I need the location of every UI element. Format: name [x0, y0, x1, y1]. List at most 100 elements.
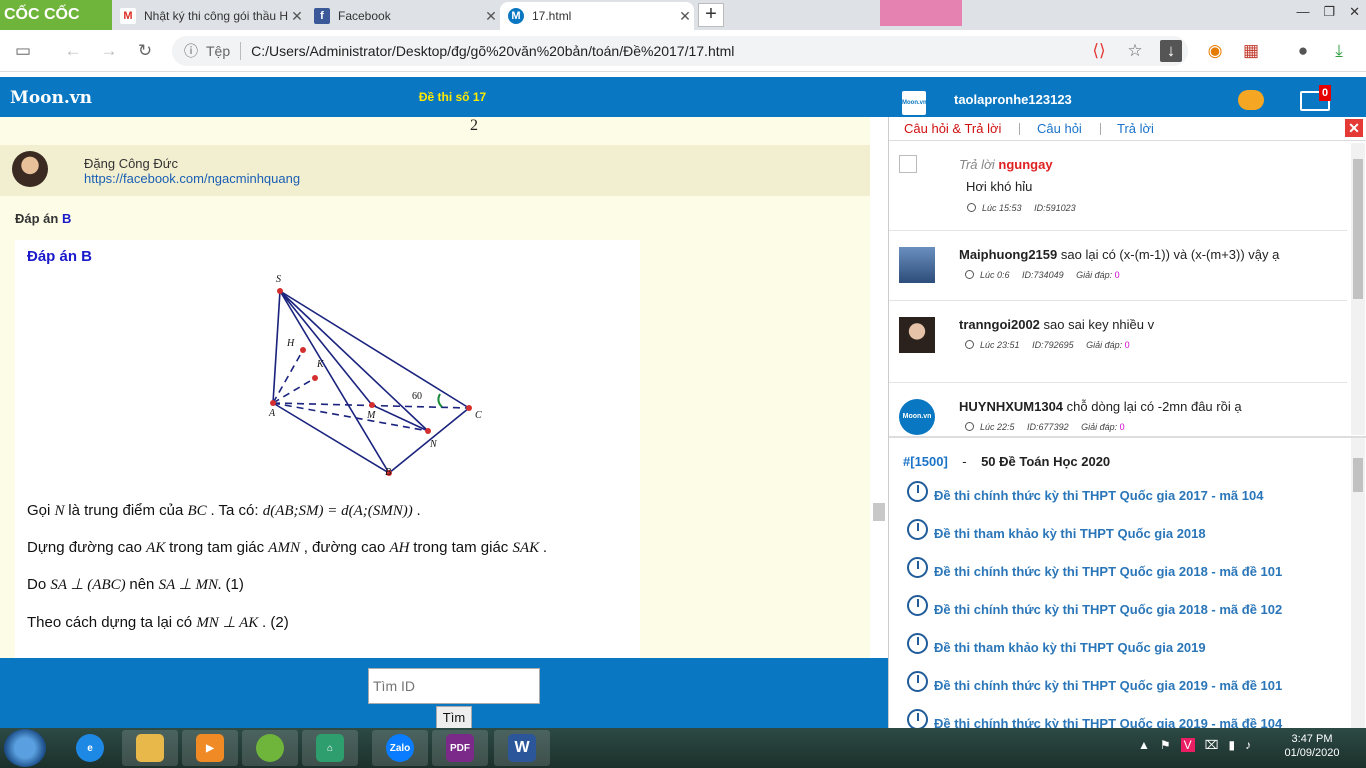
pdf-icon[interactable]: PDF [432, 730, 488, 766]
exam-link[interactable]: Đề thi chính thức kỳ thi THPT Quốc gia 2… [907, 556, 1282, 579]
solution-text: , đường cao [303, 539, 390, 556]
comment-time: Lúc 22:5 [980, 422, 1015, 432]
exam-label[interactable]: Đề thi chính thức kỳ thi THPT Quốc gia 2… [934, 564, 1282, 579]
word-label: W [508, 734, 536, 762]
exam-label[interactable]: Đề thi tham khảo kỳ thi THPT Quốc gia 20… [934, 640, 1206, 655]
chat-icon[interactable] [1238, 90, 1264, 110]
minimize-icon[interactable]: — [1296, 4, 1309, 20]
sidebar-toggle-icon[interactable]: ▭ [12, 40, 34, 62]
device-icon[interactable]: ⌧ [1205, 738, 1219, 752]
network-warning-icon[interactable]: ⚑ [1160, 738, 1171, 752]
brand-label: CỐC CỐC [4, 6, 80, 23]
new-tab-button[interactable]: + [698, 3, 724, 27]
zalo-icon[interactable]: Zalo [372, 730, 428, 766]
profile-icon[interactable]: ● [1292, 40, 1314, 62]
ie-icon[interactable]: e [62, 730, 118, 766]
tab-title: 17.html [532, 9, 572, 23]
close-icon[interactable]: ✕ [676, 8, 694, 25]
solution-text: là trung điểm của [68, 502, 188, 519]
close-icon[interactable]: ✕ [482, 8, 500, 25]
coccoc-brand[interactable]: CỐC CỐC [0, 0, 112, 30]
list-item: Trả lời ngungay Hơi khó hỉu Lúc 15:53 ID… [889, 143, 1347, 231]
series-scrollbar[interactable] [1351, 438, 1365, 728]
exam-title: Đề thi số 17 [418, 90, 487, 104]
main-content: 2 Đặng Công Đức https://facebook.com/nga… [0, 117, 870, 658]
close-icon[interactable]: ✕ [288, 8, 306, 25]
exam-link[interactable]: Đề thi tham khảo kỳ thi THPT Quốc gia 20… [907, 518, 1206, 541]
exam-link[interactable]: Đề thi tham khảo kỳ thi THPT Quốc gia 20… [907, 632, 1206, 655]
tray-expand-icon[interactable]: ▲ [1138, 738, 1150, 752]
media-icon[interactable]: ▶ [182, 730, 238, 766]
tab-gmail[interactable]: M Nhật ký thi công gói thầu H ✕ [112, 2, 306, 30]
info-icon[interactable]: ⓘ [184, 41, 198, 61]
clock-icon [907, 557, 928, 578]
exam-link[interactable]: Đề thi chính thức kỳ thi THPT Quốc gia 2… [907, 480, 1263, 503]
exam-label[interactable]: Đề thi tham khảo kỳ thi THPT Quốc gia 20… [934, 526, 1206, 541]
browser-toolbar: ▭ ← → ↻ ⓘ Tệp C:/Users/Administrator/Des… [0, 30, 1366, 72]
math-expression: d(AB;SM) = d(A;(SMN)) [262, 503, 417, 519]
divider [240, 42, 242, 60]
exam-label[interactable]: Đề thi chính thức kỳ thi THPT Quốc gia 2… [934, 716, 1282, 728]
solution-text: (1) [225, 576, 244, 593]
username[interactable]: taolapronhe123123 [954, 92, 1072, 107]
tab-17-html[interactable]: M 17.html ✕ [500, 2, 694, 30]
star-icon[interactable]: ☆ [1124, 40, 1146, 62]
mail-count-badge: 0 [1319, 85, 1332, 101]
exam-label[interactable]: Đề thi chính thức kỳ thi THPT Quốc gia 2… [934, 678, 1282, 693]
vietkey-icon[interactable]: V [1180, 738, 1195, 752]
exam-label[interactable]: Đề thi chính thức kỳ thi THPT Quốc gia 2… [934, 488, 1263, 503]
comment-id: ID:591023 [1034, 203, 1076, 213]
calendar-icon[interactable]: ▦ [1240, 40, 1262, 62]
tab-facebook[interactable]: f Facebook ✕ [306, 2, 500, 30]
comment-scrollbar[interactable] [1351, 143, 1365, 435]
search-button[interactable]: Tìm [436, 706, 472, 730]
tab-title: Nhật ký thi công gói thầu H [144, 9, 288, 23]
tab-answers[interactable]: Trả lời [1117, 121, 1154, 136]
back-icon[interactable]: ← [62, 40, 84, 62]
scrollbar-thumb[interactable] [873, 503, 885, 521]
comment-user[interactable]: tranngoi2002 [959, 317, 1040, 332]
tab-questions[interactable]: Câu hỏi [1037, 121, 1082, 136]
start-button[interactable] [4, 729, 46, 767]
exam-link[interactable]: Đề thi chính thức kỳ thi THPT Quốc gia 2… [907, 708, 1282, 728]
avatar [12, 151, 48, 187]
coccoc-icon[interactable] [242, 730, 298, 766]
address-bar[interactable]: ⓘ Tệp C:/Users/Administrator/Desktop/đg/… [172, 36, 1188, 66]
exam-link[interactable]: Đề thi chính thức kỳ thi THPT Quốc gia 2… [907, 670, 1282, 693]
author-link[interactable]: https://facebook.com/ngacminhquang [84, 171, 300, 186]
scrollbar-thumb[interactable] [1353, 458, 1363, 492]
close-window-icon[interactable]: ✕ [1349, 4, 1360, 20]
edge-MN [371, 404, 429, 432]
tab-qa[interactable]: Câu hỏi & Trả lời [904, 121, 1001, 136]
scrollbar-thumb[interactable] [1353, 159, 1363, 299]
list-item: Moon.vn HUYNHXUM1304 chỗ dòng lại có -2m… [889, 383, 1347, 435]
coccoc-ext-icon[interactable]: ◉ [1204, 40, 1226, 62]
forward-icon[interactable]: → [98, 40, 120, 62]
reply-user[interactable]: ngungay [998, 157, 1052, 172]
math-expression: MN ⊥ AK [196, 615, 263, 631]
solution-text: . [542, 539, 548, 556]
signal-icon[interactable]: ▮ [1229, 738, 1236, 752]
exam-link[interactable]: Đề thi chính thức kỳ thi THPT Quốc gia 2… [907, 594, 1282, 617]
answers-label: Giải đáp: [1076, 270, 1113, 280]
exam-label[interactable]: Đề thi chính thức kỳ thi THPT Quốc gia 2… [934, 602, 1282, 617]
word-icon[interactable]: W [494, 730, 550, 766]
solution-line-3: Do SA ⊥ (ABC) nên SA ⊥ MN. (1) [27, 575, 244, 594]
explorer-icon[interactable] [122, 730, 178, 766]
comment-time: Lúc 0:6 [980, 270, 1010, 280]
close-icon[interactable]: ✕ [1345, 119, 1363, 137]
download-arrow-icon[interactable]: ⤓ [1328, 40, 1350, 62]
app-icon[interactable]: ⌂ [302, 730, 358, 766]
reload-icon[interactable]: ↻ [134, 40, 156, 62]
translate-icon[interactable]: ⟨⟩ [1088, 40, 1110, 62]
avatar [899, 247, 935, 283]
volume-icon[interactable]: ♪ [1245, 738, 1251, 752]
comment-user[interactable]: HUYNHXUM1304 [959, 399, 1063, 414]
system-clock[interactable]: 3:47 PM 01/09/2020 [1280, 732, 1344, 760]
moon-icon: M [508, 8, 524, 24]
comment-user[interactable]: Maiphuong2159 [959, 247, 1057, 262]
restore-icon[interactable]: ❐ [1323, 4, 1335, 20]
download-icon[interactable]: ↓ [1160, 40, 1182, 62]
search-id-input[interactable] [368, 668, 540, 704]
taskbar: e ▶ ⌂ Zalo PDF W ▲ ⚑ V ⌧ ▮ ♪ [0, 728, 1366, 768]
